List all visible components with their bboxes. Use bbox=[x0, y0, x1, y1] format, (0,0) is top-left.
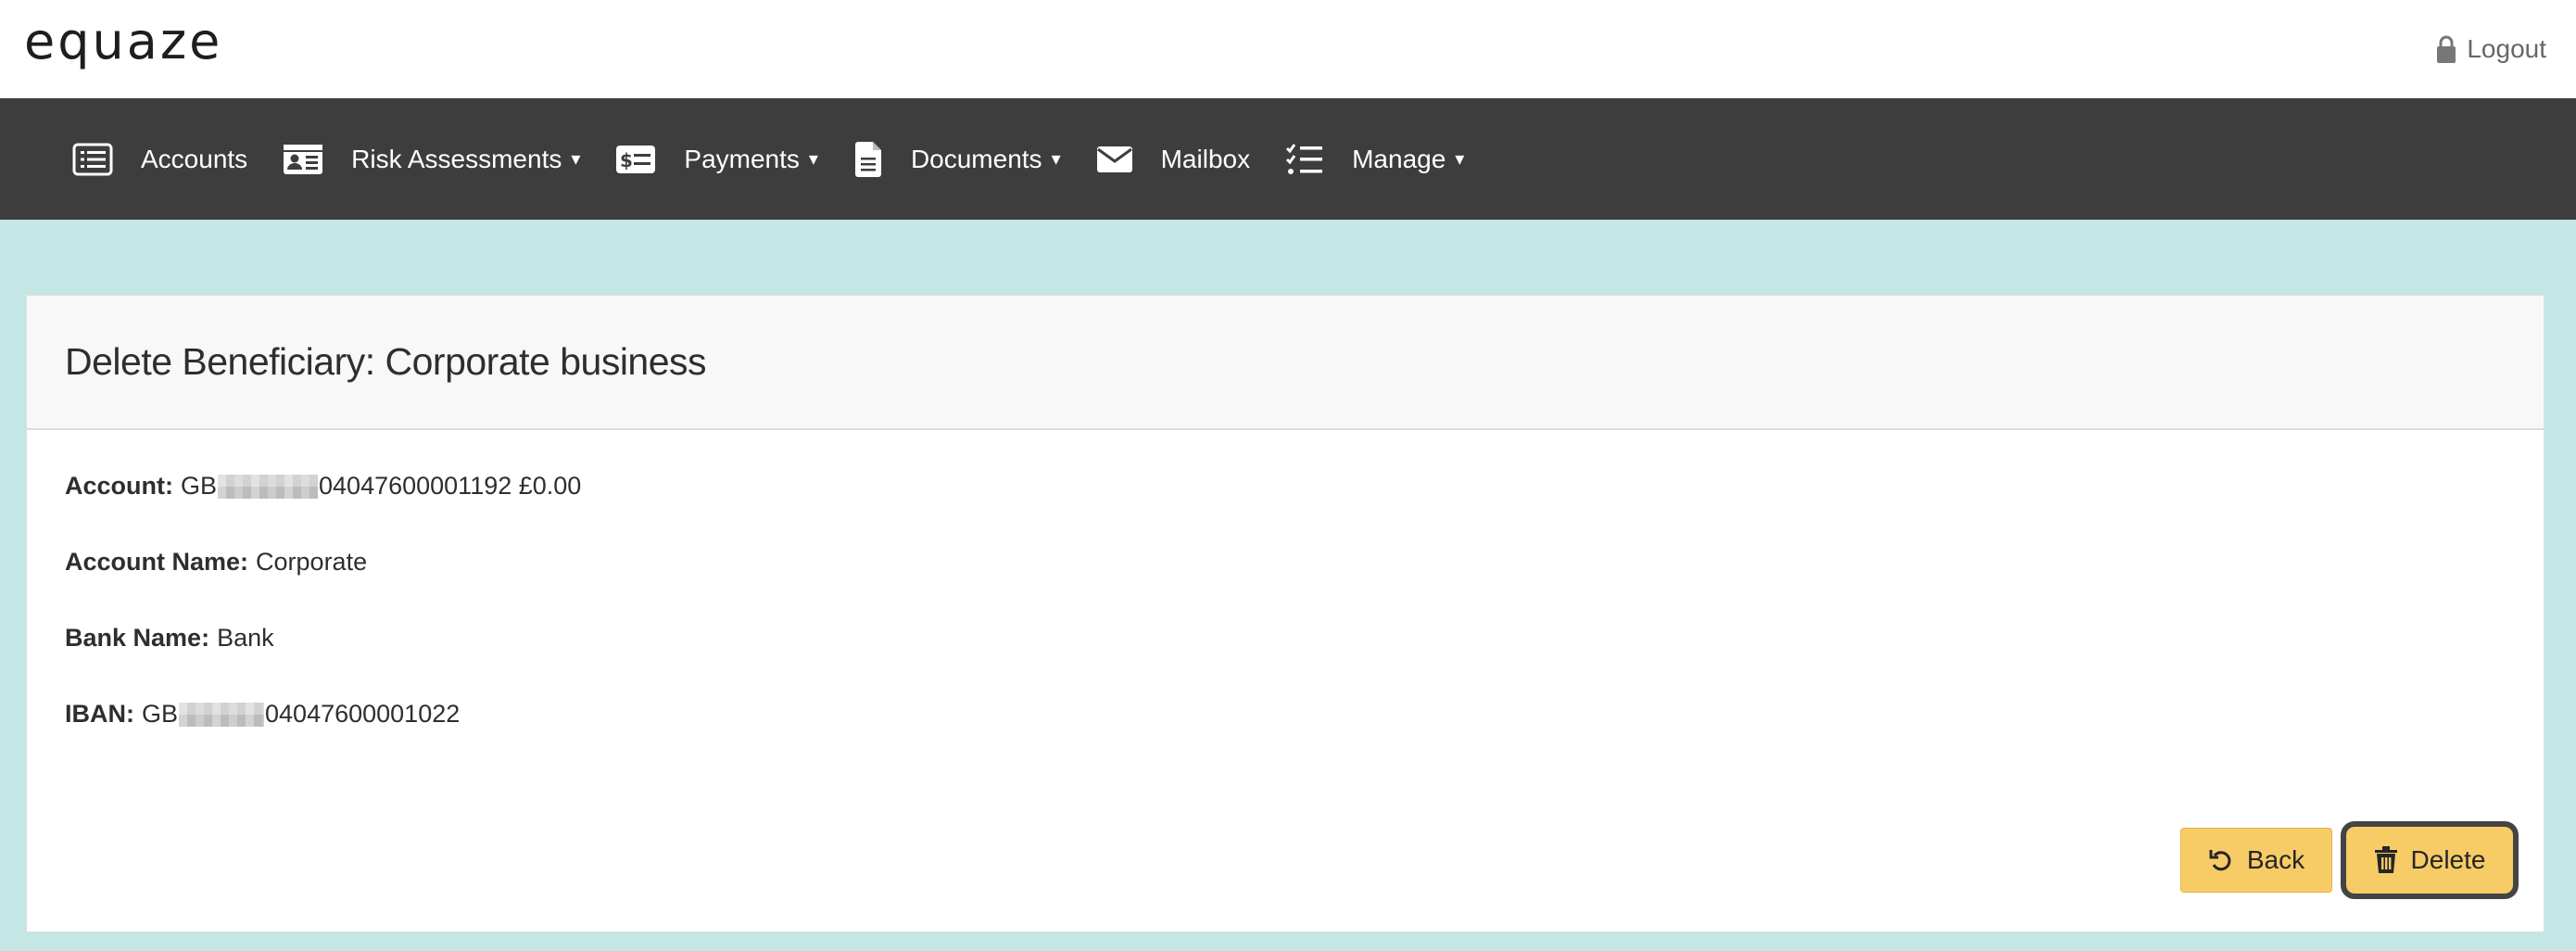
document-icon bbox=[853, 141, 883, 178]
account-name-value: Corporate bbox=[256, 548, 368, 576]
nav-label-risk-assessments: Risk Assessments bbox=[351, 144, 562, 173]
chevron-down-icon: ▾ bbox=[1455, 149, 1465, 170]
delete-label: Delete bbox=[2410, 845, 2486, 874]
nav-label-mailbox: Mailbox bbox=[1160, 144, 1251, 173]
bank-name-field: Bank Name: Bank bbox=[65, 624, 274, 653]
main-nav: Accounts Risk Assessments ▾ $ Payments ▾… bbox=[0, 98, 2576, 220]
redacted-block bbox=[218, 474, 319, 499]
logo[interactable]: equaze bbox=[24, 9, 222, 74]
nav-label-documents: Documents bbox=[910, 144, 1042, 173]
trash-icon bbox=[2374, 846, 2397, 873]
nav-label-accounts: Accounts bbox=[141, 144, 248, 173]
account-name-label: Account Name: bbox=[65, 548, 249, 576]
nav-label-payments: Payments bbox=[684, 144, 800, 173]
bank-name-label: Bank Name: bbox=[65, 624, 210, 652]
envelope-icon bbox=[1096, 146, 1133, 173]
nav-item-mailbox[interactable]: Mailbox bbox=[1096, 132, 1250, 187]
money-bill-icon: $ bbox=[615, 145, 656, 174]
account-label: Account: bbox=[65, 472, 173, 500]
card-header: Delete Beneficiary: Corporate business bbox=[27, 296, 2544, 430]
nav-item-manage[interactable]: Manage ▾ bbox=[1285, 132, 1464, 187]
iban-value: 04047600001022 bbox=[265, 700, 461, 728]
iban-field: IBAN: GB 04047600001022 bbox=[65, 700, 460, 729]
svg-text:$: $ bbox=[620, 149, 633, 171]
account-name-field: Account Name: Corporate bbox=[65, 548, 367, 577]
top-bar: equaze Logout bbox=[0, 0, 2576, 98]
nav-label-manage: Manage bbox=[1352, 144, 1446, 173]
chevron-down-icon: ▾ bbox=[571, 149, 581, 170]
redacted-block bbox=[179, 702, 265, 727]
account-value: 04047600001192 £0.00 bbox=[319, 472, 582, 500]
account-prefix: GB bbox=[181, 472, 218, 500]
page-title: Delete Beneficiary: Corporate business bbox=[65, 340, 707, 383]
delete-beneficiary-card: Delete Beneficiary: Corporate business A… bbox=[26, 295, 2544, 932]
undo-icon bbox=[2209, 850, 2231, 871]
account-field: Account: GB 04047600001192 £0.00 bbox=[65, 472, 581, 501]
list-icon bbox=[72, 143, 113, 176]
nav-item-documents[interactable]: Documents ▾ bbox=[853, 132, 1061, 187]
logout-link[interactable]: Logout bbox=[2435, 30, 2546, 69]
back-button[interactable]: Back bbox=[2180, 828, 2332, 893]
iban-label: IBAN: bbox=[65, 700, 134, 728]
iban-prefix: GB bbox=[142, 700, 179, 728]
chevron-down-icon: ▾ bbox=[1051, 149, 1061, 170]
nav-item-payments[interactable]: $ Payments ▾ bbox=[615, 132, 818, 187]
nav-item-risk-assessments[interactable]: Risk Assessments ▾ bbox=[283, 132, 580, 187]
lock-icon bbox=[2437, 35, 2456, 63]
chevron-down-icon: ▾ bbox=[808, 149, 818, 170]
bank-name-value: Bank bbox=[217, 624, 274, 652]
logout-label: Logout bbox=[2467, 34, 2546, 63]
delete-button[interactable]: Delete bbox=[2341, 821, 2519, 899]
back-label: Back bbox=[2246, 845, 2305, 874]
id-card-icon bbox=[283, 144, 323, 175]
checklist-icon bbox=[1285, 143, 1324, 176]
nav-item-accounts[interactable]: Accounts bbox=[72, 132, 247, 187]
